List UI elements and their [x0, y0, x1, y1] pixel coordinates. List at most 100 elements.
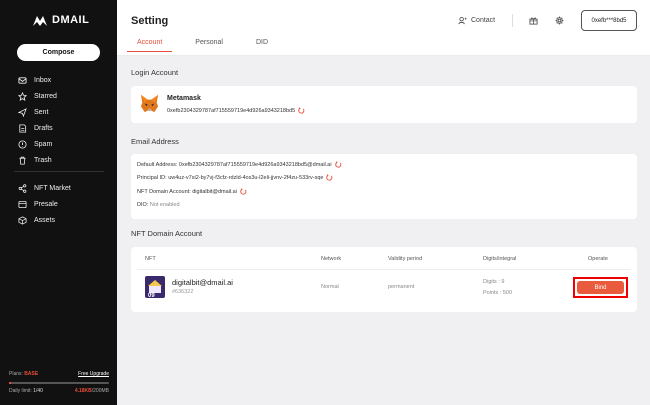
storage-usage-fill [9, 382, 11, 384]
daily-limit-label: Daily limit: [9, 388, 32, 394]
nft-domain-account-row: NFT Domain Account: digitalbit@dmail.ai [137, 188, 247, 195]
assets-icon [18, 215, 27, 225]
top-bar: Setting Contact 0xefb***8bd5 Account Per… [117, 0, 650, 56]
spam-icon [18, 139, 27, 149]
column-header-operate: Operate [588, 256, 608, 262]
storage-total: /200MB [91, 388, 109, 394]
login-account-title: Login Account [131, 68, 179, 77]
nft-avatar: 09 [145, 276, 165, 298]
bind-button[interactable]: Bind [577, 281, 624, 294]
copy-icon[interactable] [240, 188, 247, 195]
sidebar-item-presale[interactable]: Presale [18, 196, 113, 212]
drafts-icon [19, 123, 27, 133]
sidebar-item-sent[interactable]: Sent [18, 104, 113, 120]
nft-domain-table: NFT Network Validity period Digits/integ… [131, 247, 637, 312]
trash-icon [19, 156, 26, 165]
sidebar-item-label: Presale [34, 200, 58, 208]
nft-points: Points : 500 [483, 290, 513, 296]
sidebar-item-label: Trash [34, 156, 52, 164]
wallet-address: 0xefb2304329787af715559719e4d926a9343218… [167, 107, 305, 114]
wallet-address-text: 0xefb2304329787af715559719e4d926a9343218… [167, 107, 296, 114]
account-address-button[interactable]: 0xefb***8bd5 [581, 10, 637, 31]
dio-row: DIO: Not enabled [137, 202, 180, 208]
sidebar-item-label: Assets [34, 216, 56, 224]
sidebar-item-assets[interactable]: Assets [18, 212, 113, 228]
copy-icon[interactable] [298, 107, 305, 114]
brand-logo[interactable]: DMAIL [32, 13, 89, 27]
compose-button[interactable]: Compose [17, 44, 100, 61]
star-icon [18, 91, 27, 101]
sidebar-item-label: NFT Market [34, 184, 71, 192]
table-header-divider [137, 269, 631, 270]
copy-icon[interactable] [334, 161, 342, 168]
send-icon [18, 107, 27, 117]
page-title: Setting [131, 15, 169, 27]
nft-avatar-badge: 09 [148, 293, 155, 298]
column-header-network: Network [321, 256, 342, 262]
default-address-value: 0xefb2304329787af715559719e4d926a9343218… [178, 161, 332, 168]
metamask-fox-icon [140, 94, 159, 113]
column-header-validity: Validity period [388, 256, 423, 262]
gift-icon[interactable] [529, 16, 538, 25]
nft-digits: Digits : 9 [483, 279, 505, 285]
plan-name: BASE [24, 371, 39, 377]
plan-label: Plans: BASE [9, 371, 38, 377]
plan-usage: Plans: BASE Free Upgrade Daily limit: 1/… [9, 371, 109, 394]
inbox-icon [18, 76, 27, 84]
daily-limit: Daily limit: 1/40 [9, 388, 43, 394]
nft-domain-account-title: NFT Domain Account [131, 229, 203, 238]
email-address-card: Default Address: 0xefb2304329787af715559… [131, 154, 637, 219]
nft-domain-name: digitalbit@dmail.ai [172, 278, 233, 287]
default-address-label: Default Address: [137, 161, 178, 168]
nft-domain-id: #636322 [172, 289, 194, 295]
storage-usage: 4.18KB/200MB [75, 388, 109, 394]
brand-name: DMAIL [52, 14, 90, 26]
free-upgrade-link[interactable]: Free Upgrade [78, 371, 109, 377]
principal-id-label: Principal ID: [137, 174, 167, 181]
daily-limit-value: 1/40 [33, 388, 43, 394]
sidebar: DMAIL Compose Inbox Starred Sent Drafts … [0, 0, 117, 405]
contact-button[interactable]: Contact [458, 16, 495, 25]
sidebar-item-label: Drafts [34, 124, 53, 132]
nft-network: Normal [321, 284, 339, 290]
sidebar-item-nft-market[interactable]: NFT Market [18, 180, 113, 196]
default-address-row: Default Address: 0xefb2304329787af715559… [137, 161, 342, 168]
dio-value: Not enabled [149, 202, 180, 208]
copy-icon[interactable] [326, 174, 333, 181]
header-divider [512, 14, 513, 27]
contact-label: Contact [471, 17, 496, 24]
principal-id-row: Principal ID: uw4uz-v7si2-by7vj-f3cfz-rd… [137, 174, 333, 181]
nft-domain-label: NFT Domain Account: [137, 188, 191, 195]
sidebar-item-label: Spam [34, 140, 53, 148]
storage-usage-bar [9, 382, 109, 384]
dmail-logo-icon [33, 16, 47, 26]
sidebar-item-trash[interactable]: Trash [18, 152, 113, 168]
dio-label: DIO: [137, 202, 149, 208]
column-header-digits: Digits/integral [483, 256, 517, 262]
column-header-nft: NFT [145, 256, 156, 262]
nft-validity: permanent [388, 284, 415, 290]
tab-account[interactable]: Account [127, 39, 173, 52]
settings-tabs: Account Personal DID [127, 39, 291, 52]
sidebar-item-label: Sent [34, 108, 49, 116]
sidebar-item-spam[interactable]: Spam [18, 136, 113, 152]
sidebar-item-inbox[interactable]: Inbox [18, 72, 113, 88]
storage-used: 4.18KB [74, 388, 92, 394]
tab-personal[interactable]: Personal [185, 39, 233, 52]
plan-label-text: Plans: [9, 371, 23, 377]
principal-id-value: uw4uz-v7si2-by7vj-f3cfz-rdzld-4os3u-l2el… [168, 174, 324, 181]
sidebar-item-drafts[interactable]: Drafts [18, 120, 113, 136]
contact-icon [458, 16, 467, 25]
wallet-name: Metamask [167, 95, 201, 102]
nft-domain-value: digitalbit@dmail.ai [192, 188, 237, 195]
gear-icon[interactable] [555, 16, 564, 25]
bind-highlight-box: Bind [573, 277, 628, 298]
tab-did[interactable]: DID [246, 39, 278, 52]
share-icon [18, 183, 27, 193]
email-address-title: Email Address [131, 137, 179, 146]
sidebar-item-starred[interactable]: Starred [18, 88, 113, 104]
sidebar-item-label: Inbox [34, 76, 52, 84]
sidebar-divider [14, 171, 104, 172]
login-account-card: Metamask 0xefb2304329787af715559719e4d92… [131, 86, 637, 123]
mail-nav: Inbox Starred Sent Drafts Spam Trash [18, 72, 113, 168]
